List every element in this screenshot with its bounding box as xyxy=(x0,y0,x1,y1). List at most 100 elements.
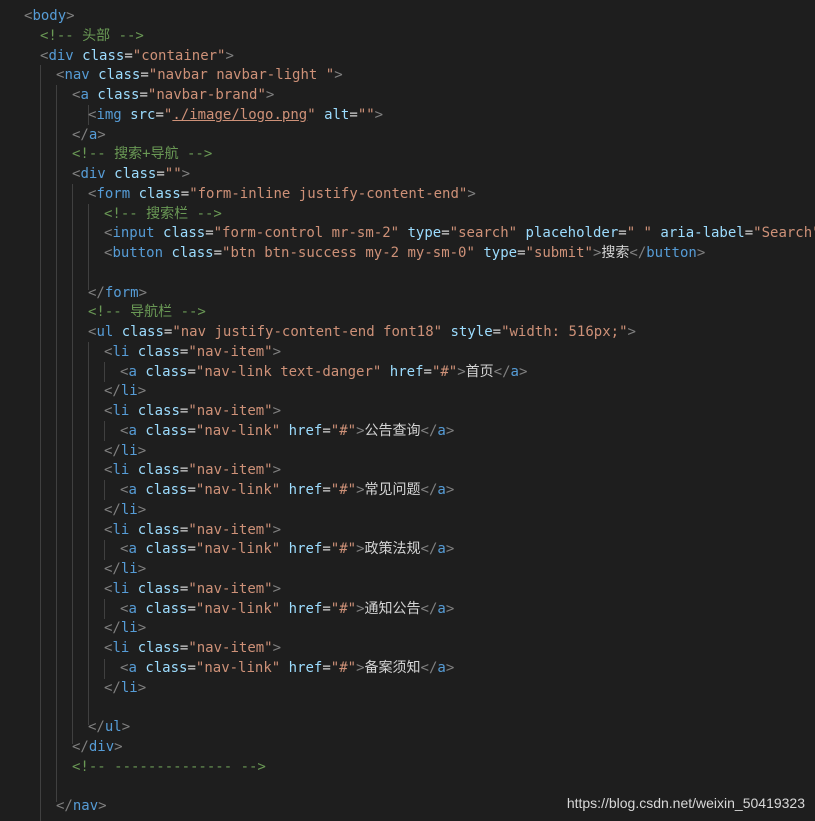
code-token: "#" xyxy=(330,659,357,676)
code-token: a xyxy=(437,600,446,617)
code-token: " xyxy=(307,106,316,123)
code-line: </div> xyxy=(72,737,123,757)
code-token: li xyxy=(112,640,130,656)
code-token: </ xyxy=(104,442,121,459)
code-token: "container" xyxy=(132,47,226,64)
code-token: div xyxy=(48,47,74,64)
code-line: <a class="nav-link" href="#">常见问题</a> xyxy=(120,480,454,500)
code-token: > xyxy=(138,284,148,301)
code-token: type xyxy=(407,225,442,242)
code-token: class xyxy=(97,87,140,103)
code-token: "nav-link" xyxy=(195,600,281,617)
code-token: "#" xyxy=(330,482,357,498)
code-token: = xyxy=(322,422,331,439)
code-token: > xyxy=(518,363,528,380)
code-token: </ xyxy=(104,561,121,577)
code-token: a xyxy=(437,422,446,439)
code-token: 首页 xyxy=(465,363,494,380)
code-token: = xyxy=(441,225,450,242)
code-token: li xyxy=(120,679,138,696)
code-token: ./image/logo.png xyxy=(172,106,308,123)
code-token: href xyxy=(288,482,323,498)
code-token: </ xyxy=(629,245,647,261)
code-token: href xyxy=(288,541,323,558)
code-token: = xyxy=(187,422,196,439)
code-token: > xyxy=(137,620,147,637)
code-token: li xyxy=(112,580,130,597)
code-line: <button class="btn btn-success my-2 my-s… xyxy=(104,243,705,263)
code-token: > xyxy=(272,462,282,479)
code-token: = xyxy=(517,245,526,261)
code-token: "navbar-brand" xyxy=(147,87,266,103)
code-token: = xyxy=(618,225,627,242)
code-token: " " xyxy=(626,225,652,242)
code-token: li xyxy=(112,462,130,479)
code-line: <img src="./image/logo.png" alt=""> xyxy=(88,105,383,125)
indent-guide xyxy=(56,85,57,802)
indent-guide xyxy=(72,184,73,744)
code-line: </li> xyxy=(104,678,146,698)
code-token: nav xyxy=(72,798,99,814)
code-token: > xyxy=(137,561,147,577)
code-token: </ xyxy=(88,719,105,735)
code-token: a xyxy=(128,600,137,617)
watermark-url: https://blog.csdn.net/weixin_50419323 xyxy=(566,795,805,811)
code-token: "nav-link" xyxy=(195,422,281,439)
code-token: > xyxy=(445,600,455,617)
code-token: button xyxy=(112,245,164,261)
code-token: li xyxy=(120,501,138,518)
code-line: <body> xyxy=(24,6,75,26)
code-token: > xyxy=(445,482,455,498)
code-line: <li class="nav-item"> xyxy=(104,520,281,540)
code-token: = xyxy=(205,225,214,242)
code-token: > xyxy=(356,482,365,498)
indent-guide xyxy=(104,421,105,441)
code-token: > xyxy=(137,383,147,400)
code-token: > xyxy=(272,521,282,538)
code-token: <!-- -------------- --> xyxy=(72,758,266,775)
code-editor[interactable]: <body> <!-- 头部 --> <div class="container">… xyxy=(0,0,815,821)
code-token: "nav justify-content-end font18" xyxy=(172,324,443,340)
code-token: 备案须知 xyxy=(364,659,421,676)
code-token: </ xyxy=(88,284,105,301)
code-token: 通知公告 xyxy=(364,600,421,617)
code-token: > xyxy=(265,87,275,103)
code-line: <div class=""> xyxy=(72,164,190,184)
code-token: > xyxy=(445,659,455,676)
code-token: > xyxy=(334,67,343,84)
code-token: li xyxy=(112,343,130,360)
code-token: a xyxy=(437,482,446,498)
code-line: <li class="nav-item"> xyxy=(104,401,281,421)
code-line: <!-- 头部 --> xyxy=(40,26,144,46)
code-token: > xyxy=(356,422,365,439)
code-token: </ xyxy=(104,383,121,400)
code-token: "" xyxy=(164,166,182,182)
code-token: = xyxy=(492,324,502,340)
code-token: src xyxy=(130,106,156,123)
code-line: <input class="form-control mr-sm-2" type… xyxy=(104,223,815,243)
code-token: class xyxy=(145,659,188,676)
code-token: 常见问题 xyxy=(364,482,421,498)
code-token: button xyxy=(646,245,697,261)
code-token: = xyxy=(322,659,331,676)
code-token: > xyxy=(272,580,282,597)
indent-guide xyxy=(104,540,105,560)
code-token: "#" xyxy=(431,363,458,380)
code-token: a xyxy=(128,422,137,439)
code-token: </ xyxy=(420,659,438,676)
code-token: </ xyxy=(420,541,438,558)
code-token: = xyxy=(124,47,133,64)
code-token: = xyxy=(423,363,432,380)
code-line: </li> xyxy=(104,441,146,461)
code-token: li xyxy=(112,403,130,419)
code-token: = xyxy=(180,185,190,202)
